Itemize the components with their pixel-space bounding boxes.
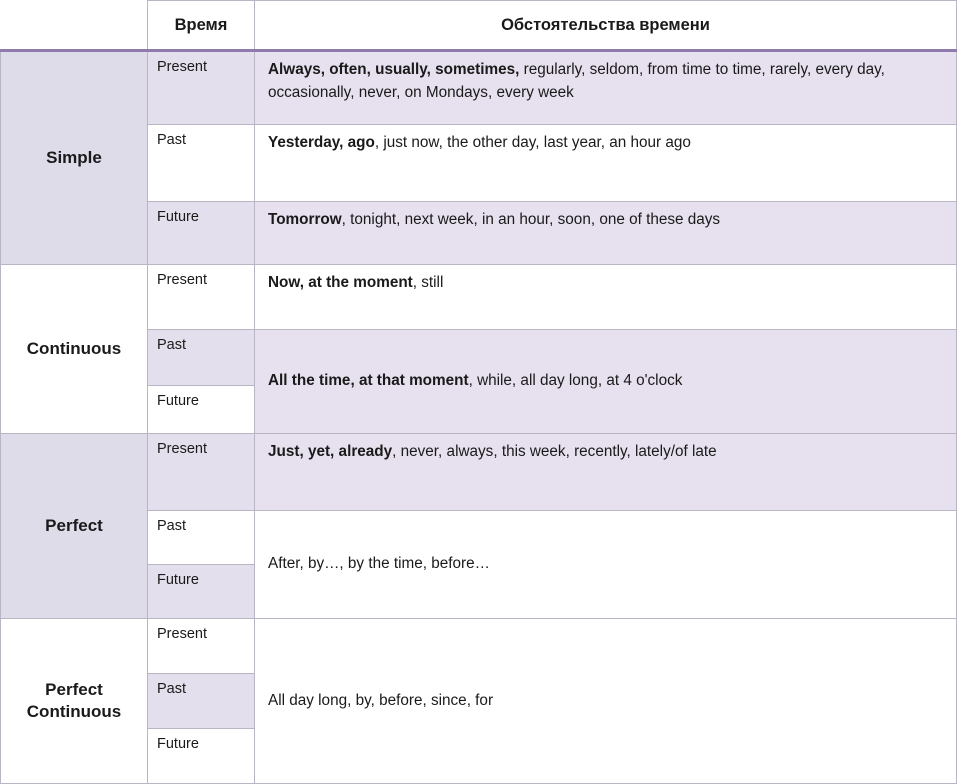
adverbials-simple-present-bold: Always, often, usually, sometimes, [268, 61, 520, 78]
tense-label-continuous-present: Present [147, 264, 255, 330]
aspect-label-perfect: Perfect [0, 433, 148, 619]
adverbials-perfect-present: Just, yet, already, never, always, this … [254, 433, 957, 511]
adverbials-simple-past-rest: , just now, the other day, last year, an… [374, 134, 691, 151]
table-header-row: Время Обстоятельства времени [0, 0, 957, 52]
tense-label-perfect-continuous-present: Present [147, 618, 255, 674]
aspect-label-simple: Simple [0, 50, 148, 265]
tense-label-continuous-future: Future [147, 385, 255, 434]
adverbials-perfect-merged-rest: After, by…, by the time, before… [268, 555, 490, 573]
adverbials-continuous-present: Now, at the moment, still [254, 264, 957, 330]
tense-label-simple-future: Future [147, 201, 255, 265]
tense-label-simple-present: Present [147, 50, 255, 125]
adverbials-continuous-merged-bold: All the time, at that moment [268, 372, 469, 390]
header-adverbials-column: Обстоятельства времени [254, 0, 957, 52]
adverbials-simple-future-rest: , tonight, next week, in an hour, soon, … [341, 211, 721, 228]
header-tense-column: Время [147, 0, 255, 52]
adverbials-continuous-merged-rest: , while, all day long, at 4 o'clock [468, 372, 683, 390]
adverbials-simple-past-bold: Yesterday, ago [268, 134, 375, 151]
aspect-label-continuous: Continuous [0, 264, 148, 434]
adverbials-perfect-continuous-all: All day long, by, before, since, for [254, 618, 957, 784]
tense-label-perfect-past: Past [147, 510, 255, 565]
adverbials-continuous-present-bold: Now, at the moment [268, 274, 413, 291]
tense-label-simple-past: Past [147, 124, 255, 202]
adverbials-simple-future-bold: Tomorrow [268, 211, 342, 228]
table-row: Perfect Continuous Present All day long,… [0, 618, 957, 784]
tense-label-perfect-future: Future [147, 564, 255, 619]
tense-label-continuous-past: Past [147, 329, 255, 386]
aspect-label-perfect-continuous: Perfect Continuous [0, 618, 148, 784]
tense-label-perfect-continuous-future: Future [147, 728, 255, 784]
tense-adverbials-table: Время Обстоятельства времени Simple Pres… [0, 0, 957, 784]
table-row: Simple Present Always, often, usually, s… [0, 50, 957, 265]
adverbials-perfect-present-bold: Just, yet, already [268, 443, 393, 460]
adverbials-perfect-present-rest: , never, always, this week, recently, la… [392, 443, 717, 460]
table-row: Perfect Present Just, yet, already, neve… [0, 433, 957, 619]
adverbials-continuous-present-rest: , still [412, 274, 444, 291]
adverbials-simple-past: Yesterday, ago, just now, the other day,… [254, 124, 957, 202]
adverbials-simple-present: Always, often, usually, sometimes, regul… [254, 50, 957, 125]
table-row: Continuous Present Now, at the moment, s… [0, 264, 957, 434]
tense-label-perfect-present: Present [147, 433, 255, 511]
adverbials-continuous-past-future: All the time, at that moment, while, all… [254, 329, 957, 434]
adverbials-perfect-past-future: After, by…, by the time, before… [254, 510, 957, 619]
adverbials-perfect-continuous-rest: All day long, by, before, since, for [268, 691, 494, 709]
header-corner-cell [0, 0, 148, 52]
tense-label-perfect-continuous-past: Past [147, 673, 255, 729]
worksheet-canvas: Время Обстоятельства времени Simple Pres… [0, 0, 960, 784]
adverbials-simple-future: Tomorrow, tonight, next week, in an hour… [254, 201, 957, 265]
